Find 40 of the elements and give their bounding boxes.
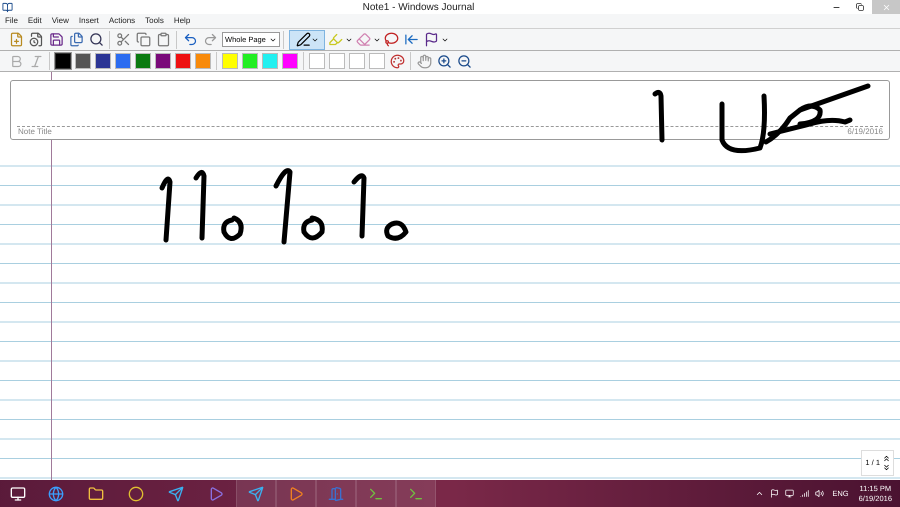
app-icon (2, 2, 13, 12)
color-swatch[interactable] (155, 53, 171, 69)
note-date: 6/19/2016 (847, 126, 883, 138)
flag-icon[interactable] (770, 489, 780, 498)
menu-item[interactable]: Insert (78, 15, 99, 27)
color-swatch[interactable] (95, 53, 111, 69)
restore-icon (856, 3, 864, 11)
color-swatch[interactable] (115, 53, 131, 69)
menu-item[interactable]: Help (174, 15, 190, 27)
note-title-placeholder[interactable]: Note Title (18, 126, 52, 138)
color-swatch[interactable] (369, 53, 385, 69)
color-swatch[interactable] (309, 53, 325, 69)
previous-page-icon[interactable] (882, 454, 891, 463)
signal-icon[interactable] (800, 489, 810, 498)
color-swatch[interactable] (195, 53, 211, 69)
close-icon (882, 2, 890, 12)
color-swatch[interactable] (55, 53, 71, 69)
color-swatch[interactable] (75, 53, 91, 69)
menu-item[interactable]: Tools (145, 15, 164, 27)
color-swatch[interactable] (242, 53, 258, 69)
color-swatch[interactable] (135, 53, 151, 69)
pen-icon (296, 32, 310, 47)
next-page-icon[interactable] (882, 463, 891, 472)
volume-icon[interactable] (815, 489, 824, 498)
color-swatch[interactable] (222, 53, 238, 69)
color-swatch[interactable] (262, 53, 278, 69)
terminal-icon[interactable] (396, 480, 436, 507)
menu-item[interactable]: View (52, 15, 69, 27)
play-icon[interactable] (276, 480, 316, 507)
pen-button[interactable] (289, 30, 325, 50)
window-title: Note1 - Windows Journal (362, 0, 476, 14)
color-swatch[interactable] (282, 53, 298, 69)
menu-item[interactable]: Edit (28, 15, 42, 27)
color-swatch[interactable] (175, 53, 191, 69)
color-swatch[interactable] (329, 53, 345, 69)
terminal-icon[interactable] (356, 480, 396, 507)
menu-item[interactable]: Actions (108, 15, 136, 27)
color-swatch[interactable] (349, 53, 365, 69)
send-icon[interactable] (236, 480, 276, 507)
menu-item[interactable]: File (5, 15, 18, 27)
